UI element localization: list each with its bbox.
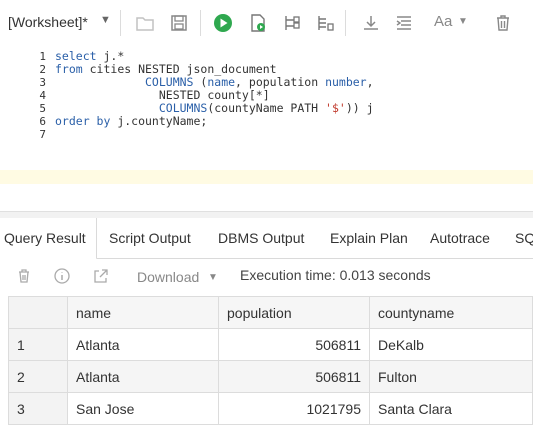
code-line[interactable]: order by j.countyName;	[55, 115, 374, 128]
trash-icon[interactable]	[492, 12, 514, 34]
column-header-name[interactable]: name	[67, 296, 219, 329]
table-row[interactable]: 3 San Jose 1021795 Santa Clara	[8, 392, 533, 425]
line-number: 6	[39, 115, 46, 128]
open-in-new-icon[interactable]	[92, 267, 110, 285]
autotrace-icon[interactable]	[314, 12, 336, 34]
cell-name[interactable]: San Jose	[67, 392, 219, 425]
column-header-population[interactable]: population	[218, 296, 370, 329]
code-area[interactable]: select j.* from cities NESTED json_docume…	[55, 50, 374, 141]
tab-sql-history[interactable]: SQ	[515, 218, 533, 258]
cell-name[interactable]: Atlanta	[67, 360, 219, 393]
toolbar-divider	[345, 10, 346, 36]
execution-time: Execution time: 0.013 seconds	[240, 267, 431, 283]
trash-icon[interactable]	[15, 267, 33, 285]
download-icon[interactable]	[360, 12, 382, 34]
line-number: 7	[39, 128, 46, 141]
run-script-icon[interactable]	[247, 12, 269, 34]
sql-keyword: COLUMNS	[55, 101, 208, 115]
toolbar-divider	[120, 10, 121, 36]
line-number: 4	[39, 89, 46, 102]
sql-keyword: number	[325, 75, 367, 89]
sql-text: (	[193, 75, 208, 89]
line-number: 5	[39, 102, 46, 115]
grid-header-row: name population countyname	[8, 296, 533, 329]
output-tabs: Query Result Script Output DBMS Output E…	[0, 218, 533, 260]
results-toolbar: Download ▼ Execution time: 0.013 seconds	[0, 259, 533, 295]
line-number: 3	[39, 76, 46, 89]
sql-text: (countyName PATH	[207, 101, 326, 115]
sql-text: NESTED county[*]	[55, 88, 270, 102]
sql-keyword: from	[55, 62, 83, 76]
row-number: 1	[8, 328, 68, 361]
result-grid: name population countyname 1 Atlanta 506…	[8, 296, 533, 425]
folder-open-icon[interactable]	[134, 12, 156, 34]
cell-countyname[interactable]: DeKalb	[369, 328, 533, 361]
format-icon[interactable]	[393, 12, 415, 34]
sql-keyword: order by	[55, 114, 111, 128]
tab-script-output[interactable]: Script Output	[109, 218, 191, 258]
row-number: 2	[8, 360, 68, 393]
row-number: 3	[8, 392, 68, 425]
sql-text: cities NESTED json_document	[82, 62, 277, 76]
sql-editor[interactable]: 1234567 select j.* from cities NESTED jso…	[0, 46, 533, 211]
line-number: 2	[39, 63, 46, 76]
cell-population[interactable]: 1021795	[218, 392, 370, 425]
sql-keyword: name	[207, 75, 236, 89]
download-menu[interactable]: Download	[137, 269, 199, 285]
tab-query-result[interactable]: Query Result	[0, 218, 97, 260]
cell-population[interactable]: 506811	[218, 328, 370, 361]
active-line-highlight	[0, 170, 533, 184]
column-header-countyname[interactable]: countyname	[369, 296, 533, 329]
cell-countyname[interactable]: Fulton	[369, 360, 533, 393]
code-line[interactable]	[55, 128, 374, 141]
tab-dbms-output[interactable]: DBMS Output	[218, 218, 304, 258]
sql-text: j.countyName;	[110, 114, 208, 128]
sql-string: '$'	[325, 101, 346, 115]
chevron-down-icon[interactable]: ▼	[208, 272, 218, 283]
font-icon[interactable]: Aa	[434, 13, 452, 30]
sql-text: j.*	[96, 49, 125, 63]
tab-explain-plan[interactable]: Explain Plan	[330, 218, 408, 258]
sql-text: ,	[366, 75, 374, 89]
line-number: 1	[39, 50, 46, 63]
explain-plan-icon[interactable]	[281, 12, 303, 34]
toolbar-divider	[200, 10, 201, 36]
table-row[interactable]: 2 Atlanta 506811 Fulton	[8, 360, 533, 393]
run-icon[interactable]	[212, 12, 234, 34]
chevron-down-icon[interactable]: ▼	[458, 16, 468, 27]
sql-keyword: select	[55, 49, 97, 63]
info-icon[interactable]	[53, 267, 71, 285]
cell-name[interactable]: Atlanta	[67, 328, 219, 361]
tab-autotrace[interactable]: Autotrace	[430, 218, 490, 258]
cell-population[interactable]: 506811	[218, 360, 370, 393]
worksheet-selector[interactable]: [Worksheet]*	[8, 14, 88, 30]
save-icon[interactable]	[168, 12, 190, 34]
sql-keyword: COLUMNS	[55, 75, 194, 89]
sql-text: , population	[235, 75, 326, 89]
chevron-down-icon[interactable]: ▼	[100, 14, 111, 26]
row-number-header	[8, 296, 68, 329]
sql-text: )) j	[345, 101, 374, 115]
worksheet-toolbar: [Worksheet]* ▼ Aa ▼	[0, 0, 533, 47]
cell-countyname[interactable]: Santa Clara	[369, 392, 533, 425]
table-row[interactable]: 1 Atlanta 506811 DeKalb	[8, 328, 533, 361]
